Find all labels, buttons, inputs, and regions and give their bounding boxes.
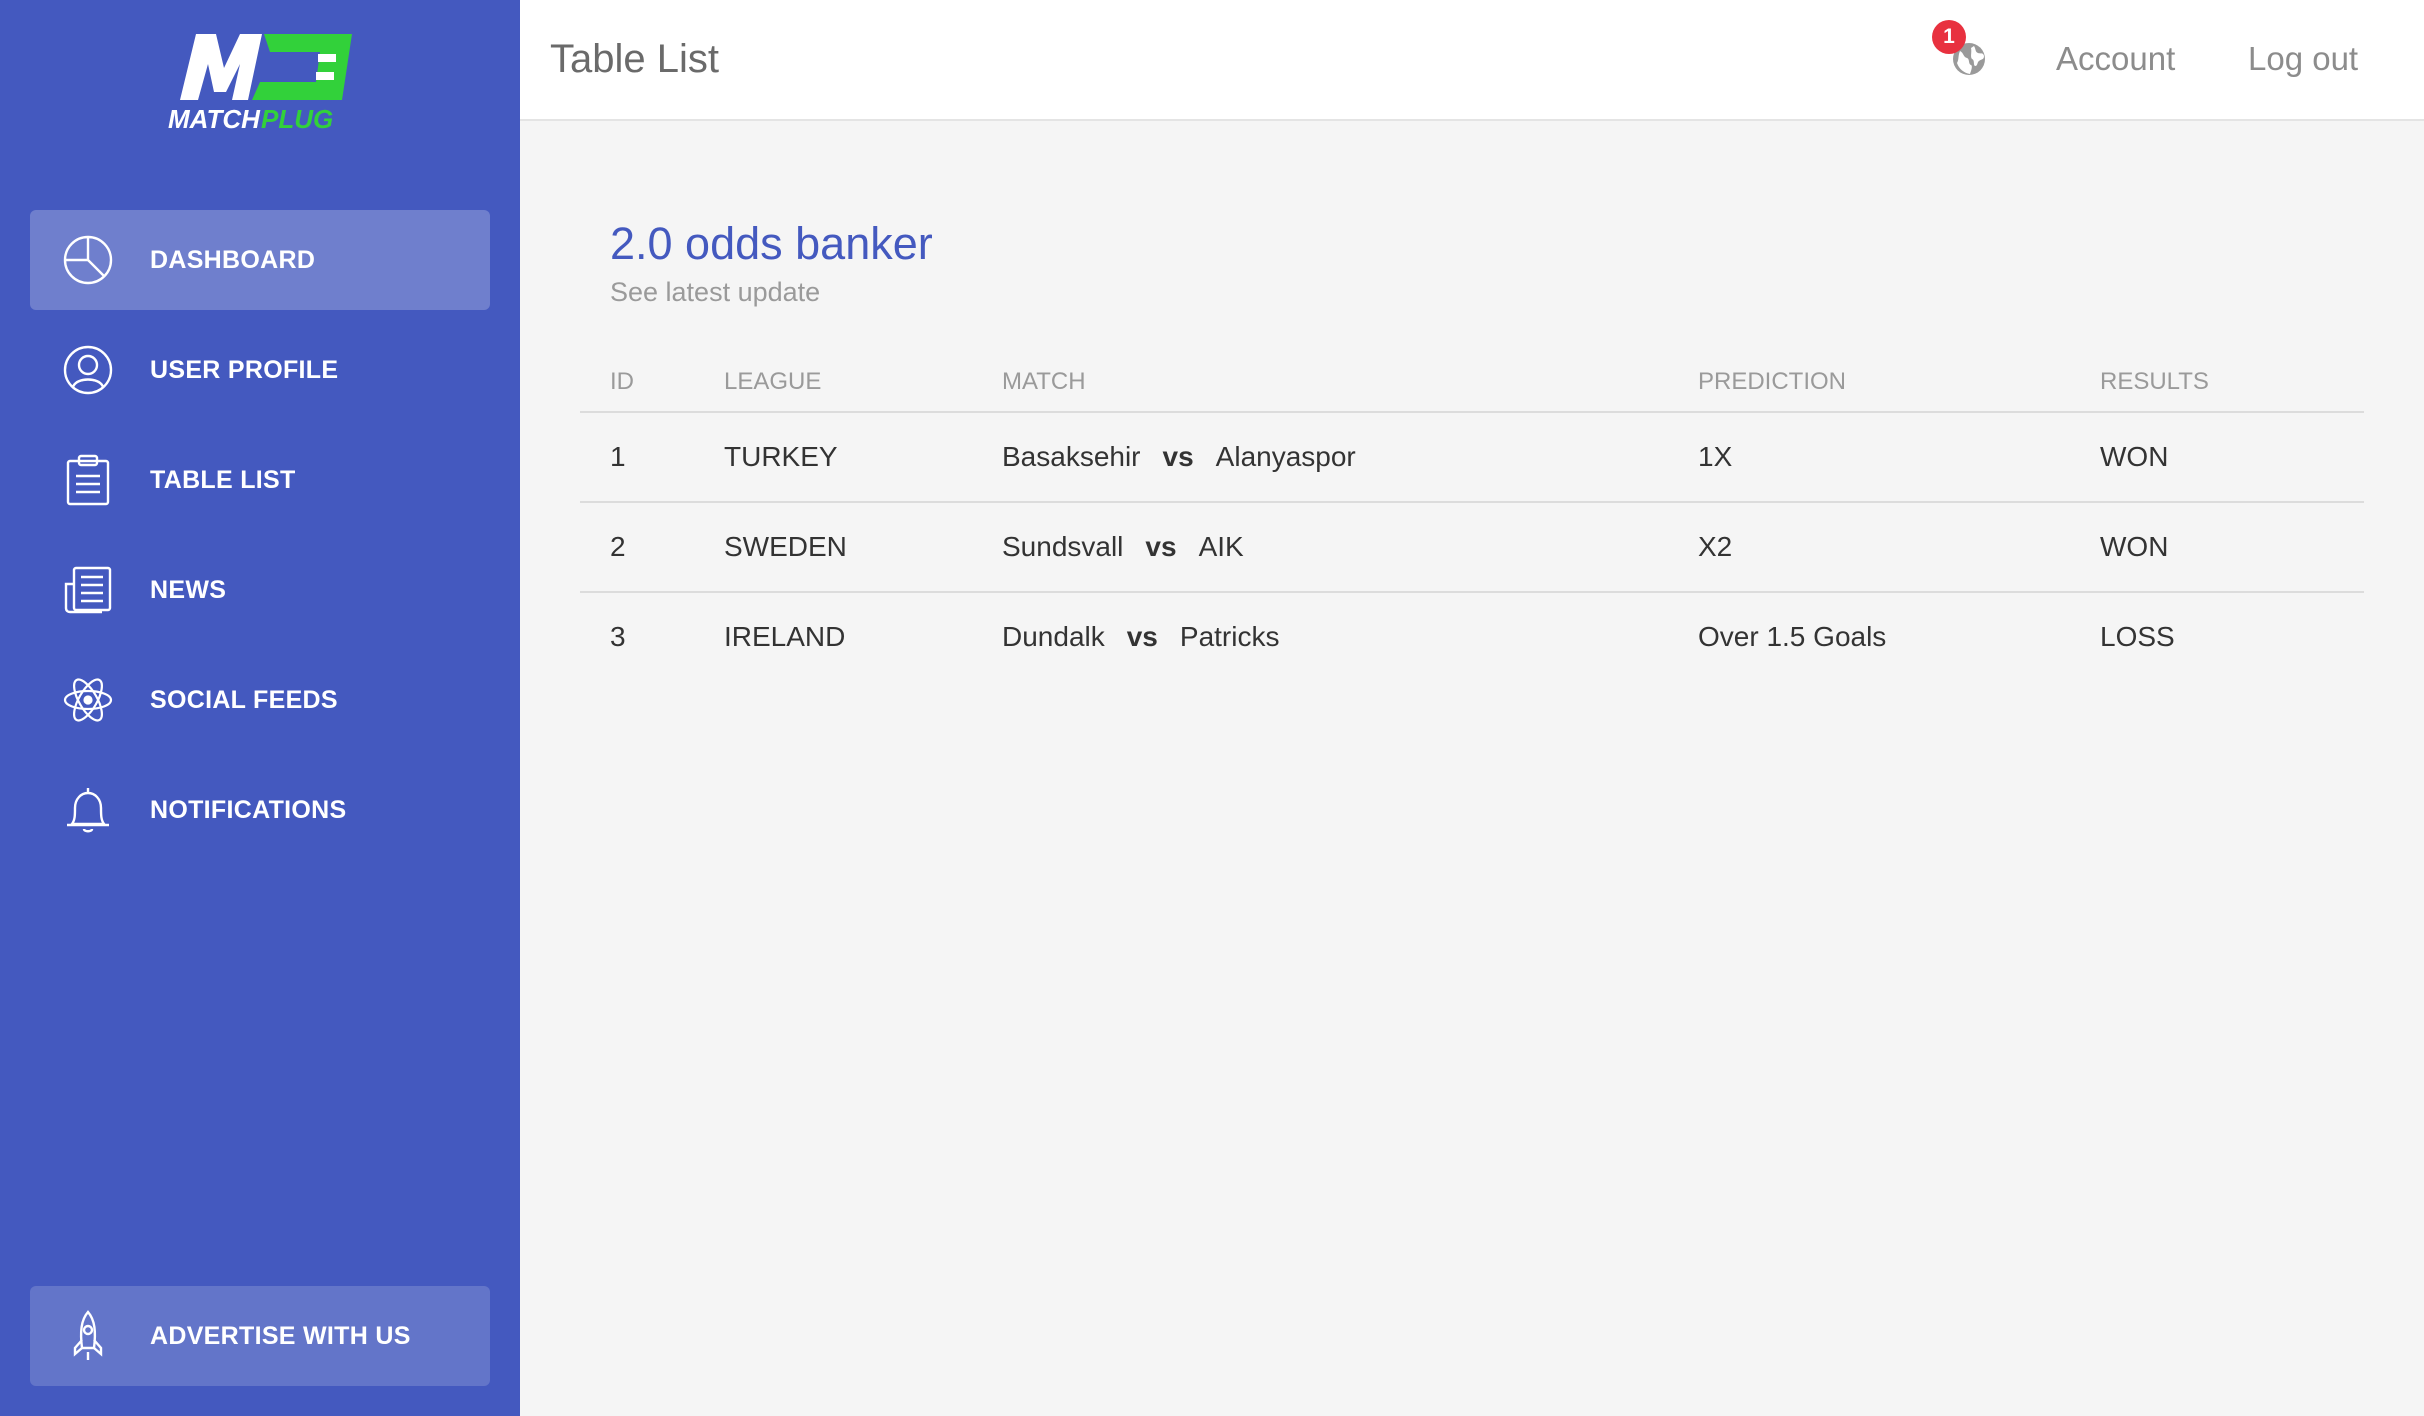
table-row: 1 TURKEY Basaksehir vs Alanyaspor 1X WON: [580, 413, 2364, 503]
sidebar-item-label: NOTIFICATIONS: [150, 796, 347, 824]
away-team: Patricks: [1179, 621, 1280, 652]
sidebar-item-user-profile[interactable]: USER PROFILE: [30, 320, 490, 420]
home-team: Sundsvall: [1002, 531, 1124, 562]
column-header-results: RESULTS: [2100, 368, 2209, 395]
matchplug-logo[interactable]: MATCH PLUG: [166, 28, 352, 134]
column-header-league: LEAGUE: [724, 368, 822, 395]
sidebar-item-label: SOCIAL FEEDS: [150, 686, 338, 714]
vs-label: vs: [1145, 531, 1177, 562]
newspaper-icon: [62, 564, 114, 616]
rocket-icon: [62, 1310, 114, 1362]
atom-icon: [62, 674, 114, 726]
top-header: Table List 1 Account Log out: [520, 0, 2424, 121]
cell-id: 3: [610, 621, 626, 652]
logout-link[interactable]: Log out: [2248, 0, 2358, 118]
vs-label: vs: [1162, 441, 1194, 472]
sidebar-item-label: USER PROFILE: [150, 356, 339, 384]
cell-match: Sundsvall vs AIK: [1002, 503, 1244, 591]
table-header: ID LEAGUE MATCH PREDICTION RESULTS: [580, 354, 2364, 413]
cell-id: 1: [610, 441, 626, 472]
cell-league: TURKEY: [724, 441, 838, 472]
logo-text-plug: PLUG: [261, 104, 333, 134]
sidebar: MATCH PLUG DASHBOARD USER PROFILE TABLE …: [0, 0, 520, 1416]
clipboard-icon: [62, 454, 114, 506]
column-header-prediction: PREDICTION: [1698, 368, 1847, 395]
table-row: 2 SWEDEN Sundsvall vs AIK X2 WON: [580, 503, 2364, 593]
sidebar-item-label: DASHBOARD: [150, 246, 316, 274]
pie-chart-icon: [62, 234, 114, 286]
sidebar-item-social-feeds[interactable]: SOCIAL FEEDS: [30, 650, 490, 750]
results-table: ID LEAGUE MATCH PREDICTION RESULTS 1 TUR…: [580, 354, 2364, 683]
advertise-label: ADVERTISE WITH US: [150, 1322, 411, 1350]
cell-result: WON: [2100, 441, 2169, 472]
cell-league: SWEDEN: [724, 531, 847, 562]
sidebar-item-table-list[interactable]: TABLE LIST: [30, 430, 490, 530]
vs-label: vs: [1126, 621, 1158, 652]
bell-icon: [62, 784, 114, 836]
sidebar-item-dashboard[interactable]: DASHBOARD: [30, 210, 490, 310]
page-title: Table List: [550, 37, 719, 81]
account-link[interactable]: Account: [2056, 0, 2175, 118]
cell-prediction: X2: [1698, 531, 1733, 562]
table-row: 3 IRELAND Dundalk vs Patricks Over 1.5 Goa…: [580, 593, 2364, 683]
cell-result: LOSS: [2100, 621, 2175, 652]
user-icon: [62, 344, 114, 396]
cell-league: IRELAND: [724, 621, 846, 652]
advertise-button[interactable]: ADVERTISE WITH US: [30, 1286, 490, 1386]
sidebar-item-label: TABLE LIST: [150, 466, 296, 494]
cell-match: Basaksehir vs Alanyaspor: [1002, 413, 1356, 501]
sidebar-item-news[interactable]: NEWS: [30, 540, 490, 640]
cell-prediction: 1X: [1698, 441, 1733, 472]
card-title: 2.0 odds banker: [610, 218, 933, 269]
away-team: Alanyaspor: [1215, 441, 1356, 472]
card-subtitle: See latest update: [610, 277, 821, 307]
column-header-id: ID: [610, 368, 634, 395]
cell-result: WON: [2100, 531, 2169, 562]
column-header-match: MATCH: [1002, 368, 1086, 395]
notification-badge[interactable]: 1: [1932, 20, 1966, 54]
sidebar-item-notifications[interactable]: NOTIFICATIONS: [30, 760, 490, 860]
sidebar-item-label: NEWS: [150, 576, 227, 604]
home-team: Dundalk: [1002, 621, 1105, 652]
away-team: AIK: [1198, 531, 1244, 562]
cell-prediction: Over 1.5 Goals: [1698, 621, 1887, 652]
cell-match: Dundalk vs Patricks: [1002, 593, 1279, 681]
cell-id: 2: [610, 531, 626, 562]
home-team: Basaksehir: [1002, 441, 1141, 472]
logo-text-match: MATCH: [168, 104, 261, 134]
